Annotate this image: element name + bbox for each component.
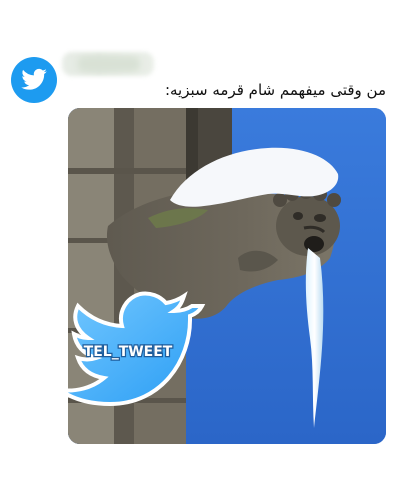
tweet-media[interactable]: TEL_TWEET <box>68 108 386 444</box>
media-image: TEL_TWEET <box>68 108 386 444</box>
tweet-text: من وقتی میفهمم شام قرمه سبزیه: <box>164 81 386 99</box>
twitter-bird-icon <box>21 68 47 90</box>
avatar[interactable] <box>11 57 57 103</box>
username-blurred <box>62 52 154 76</box>
tweet-card: من وقتی میفهمم شام قرمه سبزیه: TEL_TWEET <box>0 0 400 500</box>
watermark-label: TEL_TWEET <box>84 344 173 360</box>
